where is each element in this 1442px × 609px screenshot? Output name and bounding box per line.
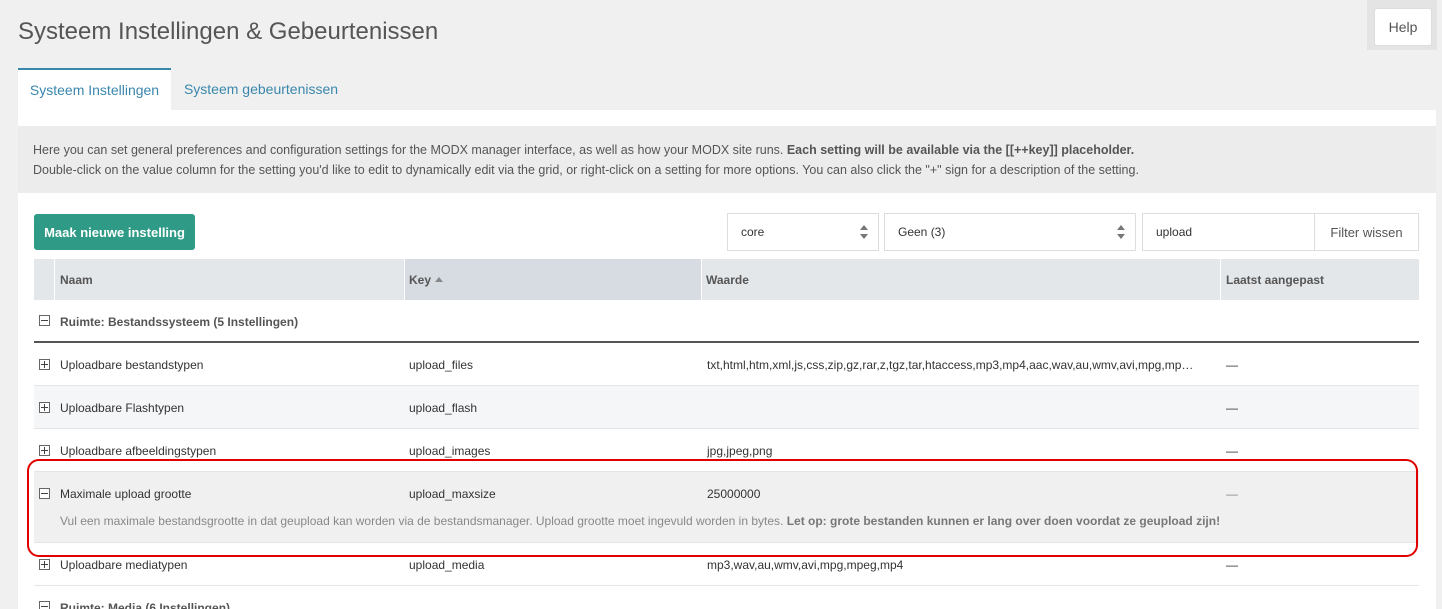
area-select[interactable]: Geen (3) xyxy=(884,213,1136,251)
setting-key: upload_maxsize xyxy=(409,486,496,501)
setting-name: Uploadbare afbeeldingstypen xyxy=(60,443,217,458)
grid-header: Naam Key Waarde Laatst aangepast xyxy=(34,259,1419,300)
table-row[interactable]: Uploadbare mediatypen upload_media mp3,w… xyxy=(34,543,1419,586)
column-header-value[interactable]: Waarde xyxy=(702,259,1220,300)
column-header-edited[interactable]: Laatst aangepast xyxy=(1221,259,1419,300)
table-row[interactable]: Uploadbare afbeeldingstypen upload_image… xyxy=(34,429,1419,472)
setting-edited: — xyxy=(1226,400,1238,415)
sort-ascending-icon xyxy=(435,277,444,282)
setting-name: Uploadbare bestandstypen xyxy=(60,357,204,372)
tab-bar: Systeem Instellingen Systeem gebeurtenis… xyxy=(18,68,351,110)
area-select-value: Geen (3) xyxy=(898,225,946,239)
create-setting-button[interactable]: Maak nieuwe instelling xyxy=(34,214,195,250)
expander-header xyxy=(34,259,54,300)
setting-edited: — xyxy=(1226,486,1238,501)
setting-key: upload_images xyxy=(409,443,491,458)
table-row[interactable]: Uploadbare bestandstypen upload_files tx… xyxy=(34,343,1419,386)
setting-value: txt,html,htm,xml,js,css,zip,gz,rar,z,tgz… xyxy=(707,357,1194,372)
filter-clear-button[interactable]: Filter wissen xyxy=(1315,213,1419,251)
expand-icon[interactable] xyxy=(39,359,50,370)
namespace-select[interactable]: core xyxy=(727,213,879,251)
expand-icon[interactable] xyxy=(39,445,50,456)
setting-key: upload_media xyxy=(409,557,485,572)
collapse-icon[interactable] xyxy=(39,601,50,609)
group-label: Ruimte: Bestandssysteem (5 Instellingen) xyxy=(60,314,299,329)
setting-key: upload_files xyxy=(409,357,474,372)
setting-value: mp3,wav,au,wmv,avi,mpg,mpeg,mp4 xyxy=(707,557,904,572)
table-row-expanded[interactable]: Maximale upload grootte upload_maxsize 2… xyxy=(34,472,1419,543)
intro-line-2: Double-click on the value column for the… xyxy=(33,163,1139,177)
setting-key: upload_flash xyxy=(409,400,478,415)
column-header-key[interactable]: Key xyxy=(405,259,701,300)
expand-icon[interactable] xyxy=(39,559,50,570)
group-label: Ruimte: Media (6 Instellingen) xyxy=(60,600,231,609)
collapse-icon[interactable] xyxy=(39,488,50,499)
column-header-name[interactable]: Naam xyxy=(55,259,404,300)
select-arrows-icon xyxy=(1117,225,1125,239)
group-row[interactable]: Ruimte: Media (6 Instellingen) xyxy=(34,586,1419,609)
column-header-key-label: Key xyxy=(409,272,432,287)
setting-value: jpg,jpeg,png xyxy=(707,443,773,458)
expand-icon[interactable] xyxy=(39,402,50,413)
collapse-icon[interactable] xyxy=(39,315,50,326)
setting-name: Maximale upload grootte xyxy=(60,486,192,501)
help-button[interactable]: Help xyxy=(1374,8,1432,46)
setting-name: Uploadbare Flashtypen xyxy=(60,400,185,415)
search-input[interactable]: upload xyxy=(1142,213,1315,251)
page-title: Systeem Instellingen & Gebeurtenissen xyxy=(18,18,439,45)
tab-systeem-instellingen[interactable]: Systeem Instellingen xyxy=(18,68,171,110)
help-area: Help xyxy=(1367,0,1437,50)
setting-edited: — xyxy=(1226,357,1238,372)
settings-grid: Naam Key Waarde Laatst aangepast Ruimte:… xyxy=(34,259,1419,609)
setting-value: 25000000 xyxy=(707,486,761,501)
settings-panel: Here you can set general preferences and… xyxy=(18,110,1436,609)
intro-description: Here you can set general preferences and… xyxy=(18,126,1436,193)
setting-name: Uploadbare mediatypen xyxy=(60,557,188,572)
table-row[interactable]: Uploadbare Flashtypen upload_flash — xyxy=(34,386,1419,429)
group-row[interactable]: Ruimte: Bestandssysteem (5 Instellingen) xyxy=(34,300,1419,343)
setting-edited: — xyxy=(1226,557,1238,572)
setting-value xyxy=(707,386,1212,429)
tab-systeem-gebeurtenissen[interactable]: Systeem gebeurtenissen xyxy=(171,68,351,110)
setting-edited: — xyxy=(1226,443,1238,458)
setting-description: Vul een maximale bestandsgrootte in dat … xyxy=(60,514,1221,528)
select-arrows-icon xyxy=(860,225,868,239)
namespace-select-value: core xyxy=(741,225,765,239)
intro-line-1: Here you can set general preferences and… xyxy=(33,143,1135,157)
